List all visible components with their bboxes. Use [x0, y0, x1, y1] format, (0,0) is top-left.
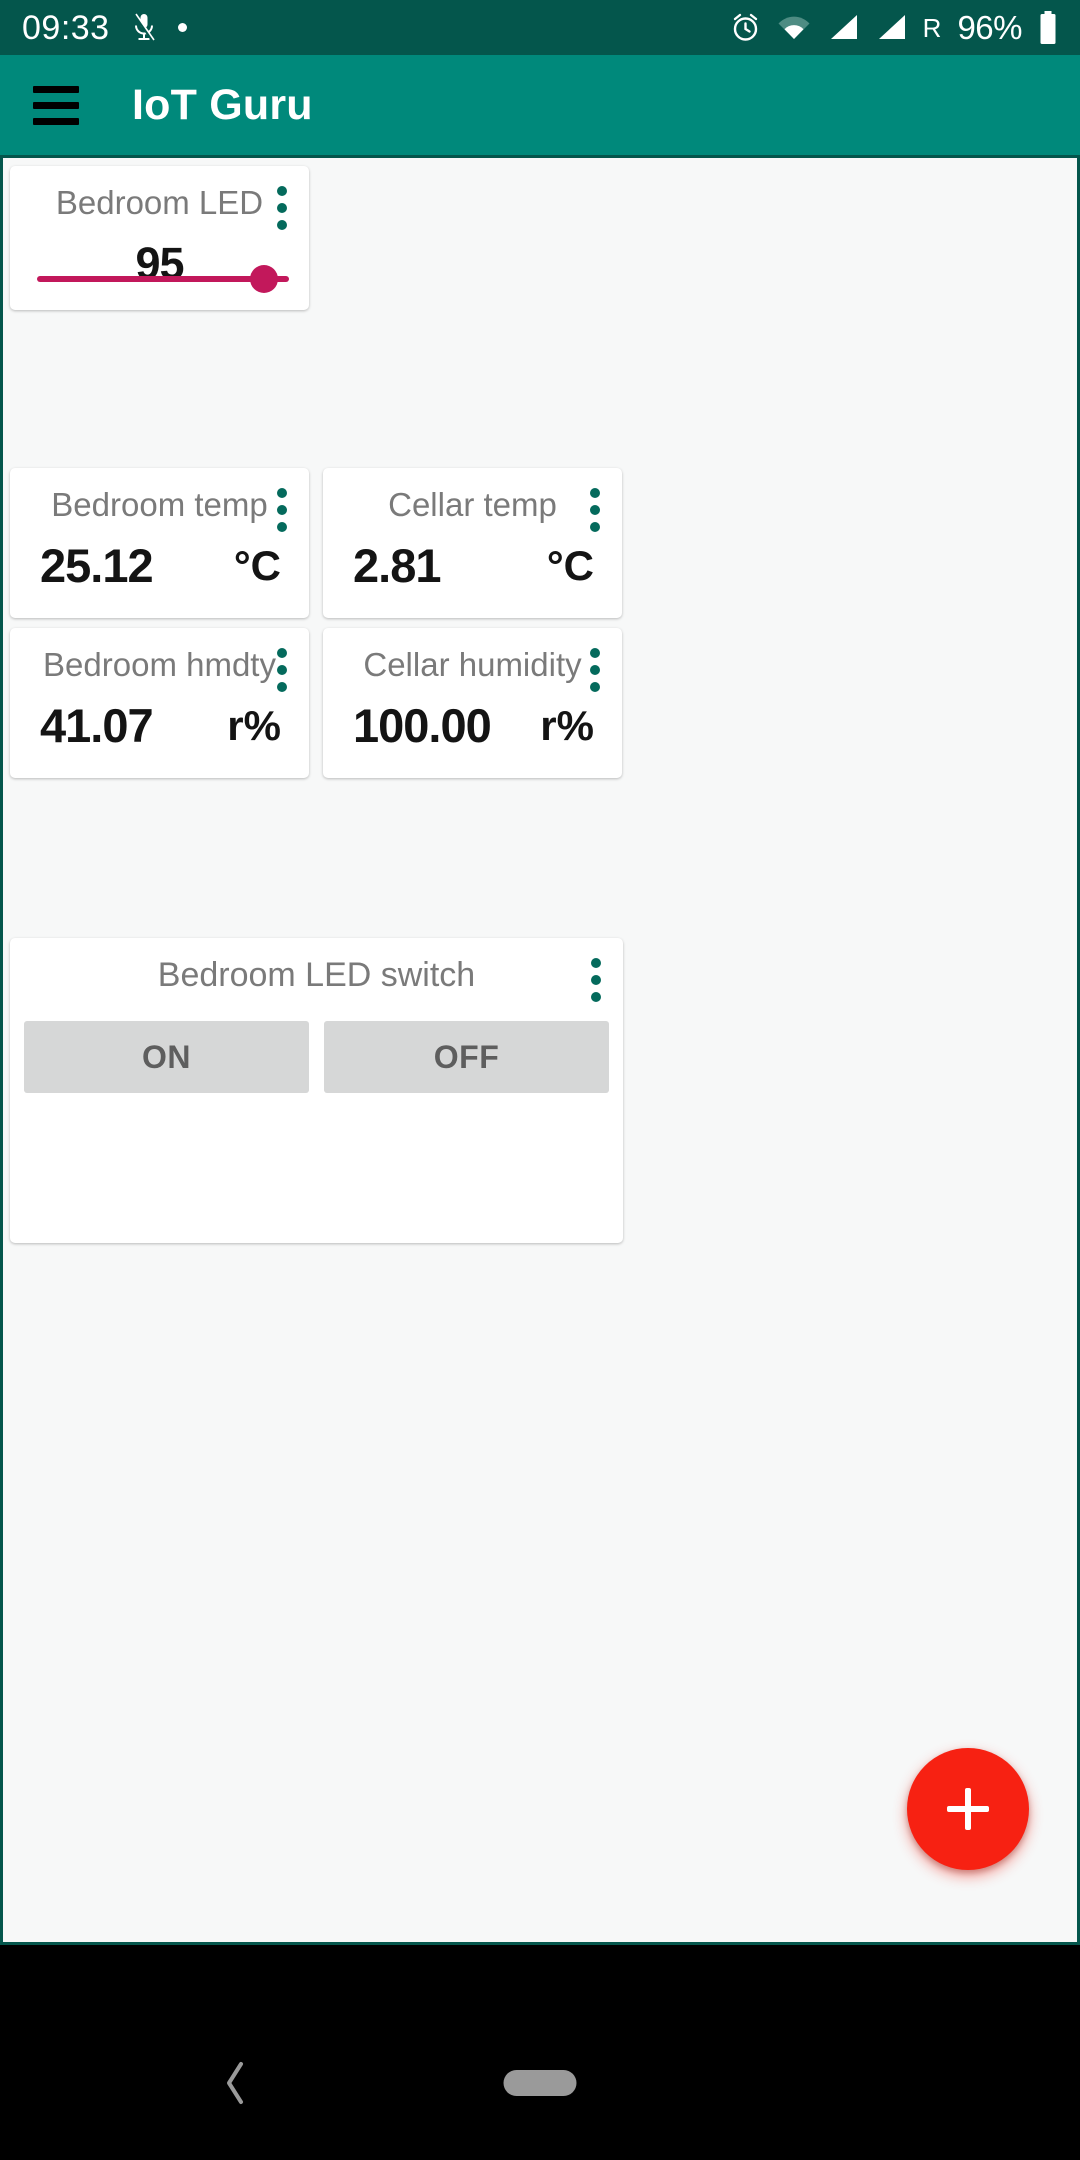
- android-navigation-bar: [0, 2005, 1080, 2160]
- overflow-menu-icon[interactable]: [277, 488, 287, 532]
- hamburger-icon[interactable]: [33, 85, 79, 125]
- card-bedroom-humidity[interactable]: Bedroom hmdty 41.07 r%: [10, 628, 309, 778]
- kebab-dot: [277, 186, 287, 196]
- led-on-button[interactable]: ON: [24, 1021, 309, 1093]
- card-cellar-humidity[interactable]: Cellar humidity 100.00 r%: [323, 628, 622, 778]
- kebab-dot: [590, 682, 600, 692]
- switch-button-group: ON OFF: [10, 995, 623, 1093]
- led-brightness-slider[interactable]: [37, 263, 289, 293]
- wifi-icon: [778, 16, 810, 39]
- app-bar: IoT Guru: [0, 55, 1080, 155]
- page-title: IoT Guru: [132, 80, 313, 129]
- card-title: Cellar temp: [388, 486, 557, 523]
- kebab-dot: [591, 992, 601, 1002]
- sensor-row: Bedroom hmdty 41.07 r% Cellar humidity 1…: [10, 628, 630, 778]
- kebab-dot: [277, 682, 287, 692]
- card-header: Cellar temp: [323, 468, 622, 532]
- sensor-unit: r%: [227, 701, 281, 749]
- status-clock: 09:33: [22, 8, 110, 47]
- dashboard-content: Bedroom LED 95 Bedroom temp 25.12 °C Cel…: [0, 155, 1080, 1945]
- card-header: Bedroom temp: [10, 468, 309, 532]
- card-header: Bedroom hmdty: [10, 628, 309, 692]
- back-button[interactable]: [205, 2053, 265, 2113]
- kebab-dot: [277, 220, 287, 230]
- home-pill-icon[interactable]: [503, 2069, 577, 2096]
- kebab-dot: [590, 488, 600, 498]
- kebab-dot: [590, 522, 600, 532]
- status-bar-left: 09:33: [22, 11, 187, 45]
- card-body: 2.81 °C: [323, 538, 622, 593]
- sensor-row: Bedroom temp 25.12 °C Cellar temp 2.81 °…: [10, 468, 630, 618]
- sensor-unit: °C: [233, 541, 281, 589]
- card-bedroom-temp[interactable]: Bedroom temp 25.12 °C: [10, 468, 309, 618]
- sensor-value: 25.12: [40, 539, 154, 592]
- overflow-menu-icon[interactable]: [591, 958, 601, 1002]
- kebab-dot: [277, 522, 287, 532]
- card-cellar-temp[interactable]: Cellar temp 2.81 °C: [323, 468, 622, 618]
- kebab-dot: [590, 665, 600, 675]
- sensor-value: 100.00: [353, 699, 492, 752]
- card-header: Bedroom LED: [10, 166, 309, 230]
- kebab-dot: [277, 488, 287, 498]
- card-bedroom-led[interactable]: Bedroom LED 95: [10, 166, 309, 310]
- alarm-icon: [733, 13, 757, 41]
- battery-percent: 96%: [957, 9, 1022, 46]
- card-header: Cellar humidity: [323, 628, 622, 692]
- sensor-unit: °C: [546, 541, 594, 589]
- kebab-dot: [277, 203, 287, 213]
- hamburger-bar: [33, 117, 79, 125]
- status-bar: 09:33 R 96%: [0, 0, 1080, 55]
- status-bar-right: R 96%: [730, 9, 1058, 46]
- card-title: Bedroom hmdty: [43, 646, 276, 683]
- mic-icon: [133, 13, 155, 42]
- kebab-dot: [590, 648, 600, 658]
- kebab-dot: [277, 505, 287, 515]
- slider-thumb[interactable]: [249, 265, 278, 293]
- card-title: Bedroom temp: [51, 486, 268, 523]
- signal-icon: [878, 15, 905, 39]
- dot-icon: [177, 23, 187, 32]
- card-body: 41.07 r%: [10, 698, 309, 753]
- card-bedroom-led-switch[interactable]: Bedroom LED switch ON OFF: [10, 938, 623, 1243]
- sensor-grid: Bedroom temp 25.12 °C Cellar temp 2.81 °…: [10, 468, 630, 788]
- sensor-value: 2.81: [353, 539, 441, 592]
- kebab-dot: [277, 665, 287, 675]
- overflow-menu-icon[interactable]: [590, 488, 600, 532]
- card-title: Cellar humidity: [363, 646, 582, 683]
- led-off-button[interactable]: OFF: [324, 1021, 609, 1093]
- kebab-dot: [591, 975, 601, 985]
- add-widget-fab[interactable]: [907, 1748, 1029, 1870]
- overflow-menu-icon[interactable]: [590, 648, 600, 692]
- card-body: 25.12 °C: [10, 538, 309, 593]
- card-title: Bedroom LED switch: [157, 956, 476, 994]
- roaming-indicator: R: [922, 12, 942, 43]
- card-body: 100.00 r%: [323, 698, 622, 753]
- kebab-dot: [277, 648, 287, 658]
- sensor-unit: r%: [540, 701, 594, 749]
- kebab-dot: [590, 505, 600, 515]
- battery-icon: [1040, 10, 1056, 44]
- kebab-dot: [591, 958, 601, 968]
- overflow-menu-icon[interactable]: [277, 648, 287, 692]
- hamburger-bar: [33, 101, 79, 109]
- sensor-value: 41.07: [40, 699, 154, 752]
- signal-icon: [830, 15, 857, 39]
- chevron-left-icon: [227, 2061, 243, 2104]
- card-title: Bedroom LED: [55, 184, 264, 221]
- hamburger-bar: [33, 85, 79, 93]
- overflow-menu-icon[interactable]: [277, 186, 287, 230]
